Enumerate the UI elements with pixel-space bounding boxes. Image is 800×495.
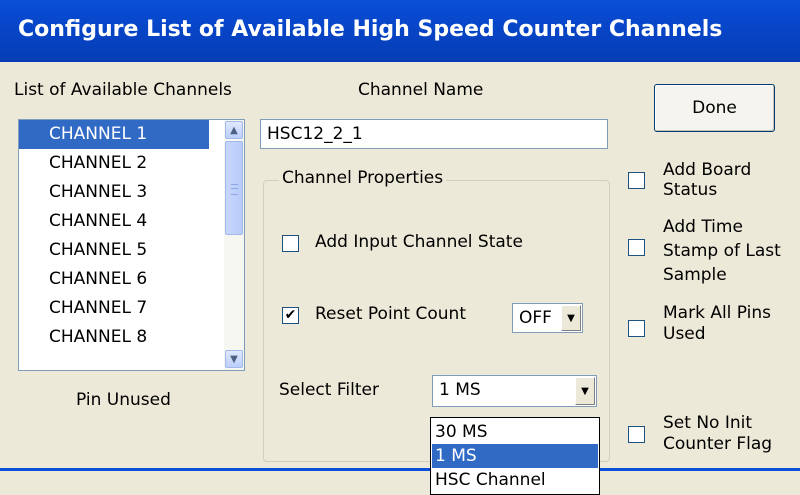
channel-name-input[interactable]: HSC12_2_1 [260, 119, 608, 149]
add-time-stamp-label: Add Time Stamp of Last Sample [663, 215, 781, 287]
caret-down-icon[interactable]: ▼ [561, 305, 581, 331]
bottom-border [0, 468, 430, 471]
channels-list-label: List of Available Channels [14, 80, 232, 100]
add-time-stamp-checkbox[interactable] [628, 239, 645, 256]
pin-status-label: Pin Unused [76, 390, 171, 410]
channels-listbox[interactable]: CHANNEL 1 CHANNEL 2 CHANNEL 3 CHANNEL 4 … [18, 119, 245, 371]
title-bar: Configure List of Available High Speed C… [0, 0, 800, 62]
set-no-init-line1: Set No Init [663, 413, 753, 433]
list-item[interactable]: CHANNEL 3 [19, 178, 209, 207]
mark-all-pins-line2: Used [663, 324, 706, 344]
dropdown-option[interactable]: 30 MS [432, 420, 598, 444]
set-no-init-line2: Counter Flag [663, 434, 773, 454]
mark-all-pins-label: Mark All Pins Used [663, 303, 771, 345]
bottom-border [600, 468, 800, 471]
list-item[interactable]: CHANNEL 5 [19, 236, 209, 265]
window-title: Configure List of Available High Speed C… [18, 17, 723, 42]
list-scrollbar[interactable]: ▲ ▼ [224, 120, 244, 370]
add-input-state-checkbox[interactable] [282, 235, 299, 252]
list-item[interactable]: CHANNEL 1 [19, 120, 209, 149]
chevron-up-icon[interactable]: ▲ [225, 121, 243, 139]
channel-name-label: Channel Name [358, 80, 484, 100]
add-time-stamp-line2: Stamp of Last [663, 241, 781, 261]
reset-point-count-checkbox[interactable]: ✔ [282, 307, 299, 324]
done-button[interactable]: Done [654, 84, 775, 132]
add-board-status-checkbox[interactable] [628, 172, 645, 189]
mark-all-pins-checkbox[interactable] [628, 320, 645, 337]
reset-count-value: OFF [519, 308, 552, 328]
reset-count-combo[interactable]: OFF ▼ [512, 303, 583, 333]
select-filter-dropdown[interactable]: 30 MS 1 MS HSC Channel [430, 417, 600, 495]
reset-point-count-label: Reset Point Count [315, 304, 466, 324]
list-item[interactable]: CHANNEL 7 [19, 294, 209, 323]
add-time-stamp-line1: Add Time [663, 217, 743, 237]
chevron-down-icon[interactable]: ▼ [225, 350, 243, 368]
set-no-init-label: Set No Init Counter Flag [663, 413, 772, 455]
add-board-status-label: Add Board Status [663, 160, 751, 200]
select-filter-combo[interactable]: 1 MS ▼ [432, 375, 597, 407]
list-item[interactable]: CHANNEL 2 [19, 149, 209, 178]
add-board-status-line2: Status [663, 180, 718, 200]
add-time-stamp-line3: Sample [663, 265, 727, 285]
dropdown-option[interactable]: HSC Channel [432, 468, 598, 492]
channel-properties-label: Channel Properties [279, 168, 447, 188]
list-item[interactable]: CHANNEL 6 [19, 265, 209, 294]
select-filter-label: Select Filter [279, 380, 379, 400]
scroll-thumb[interactable] [225, 141, 243, 235]
add-board-status-line1: Add Board [663, 160, 752, 180]
dropdown-option[interactable]: 1 MS [432, 444, 598, 468]
list-item[interactable]: CHANNEL 8 [19, 323, 209, 352]
add-input-state-label: Add Input Channel State [315, 232, 523, 252]
set-no-init-checkbox[interactable] [628, 426, 645, 443]
select-filter-value: 1 MS [439, 380, 481, 400]
list-item[interactable]: CHANNEL 4 [19, 207, 209, 236]
caret-down-icon[interactable]: ▼ [575, 377, 595, 405]
mark-all-pins-line1: Mark All Pins [663, 303, 772, 323]
